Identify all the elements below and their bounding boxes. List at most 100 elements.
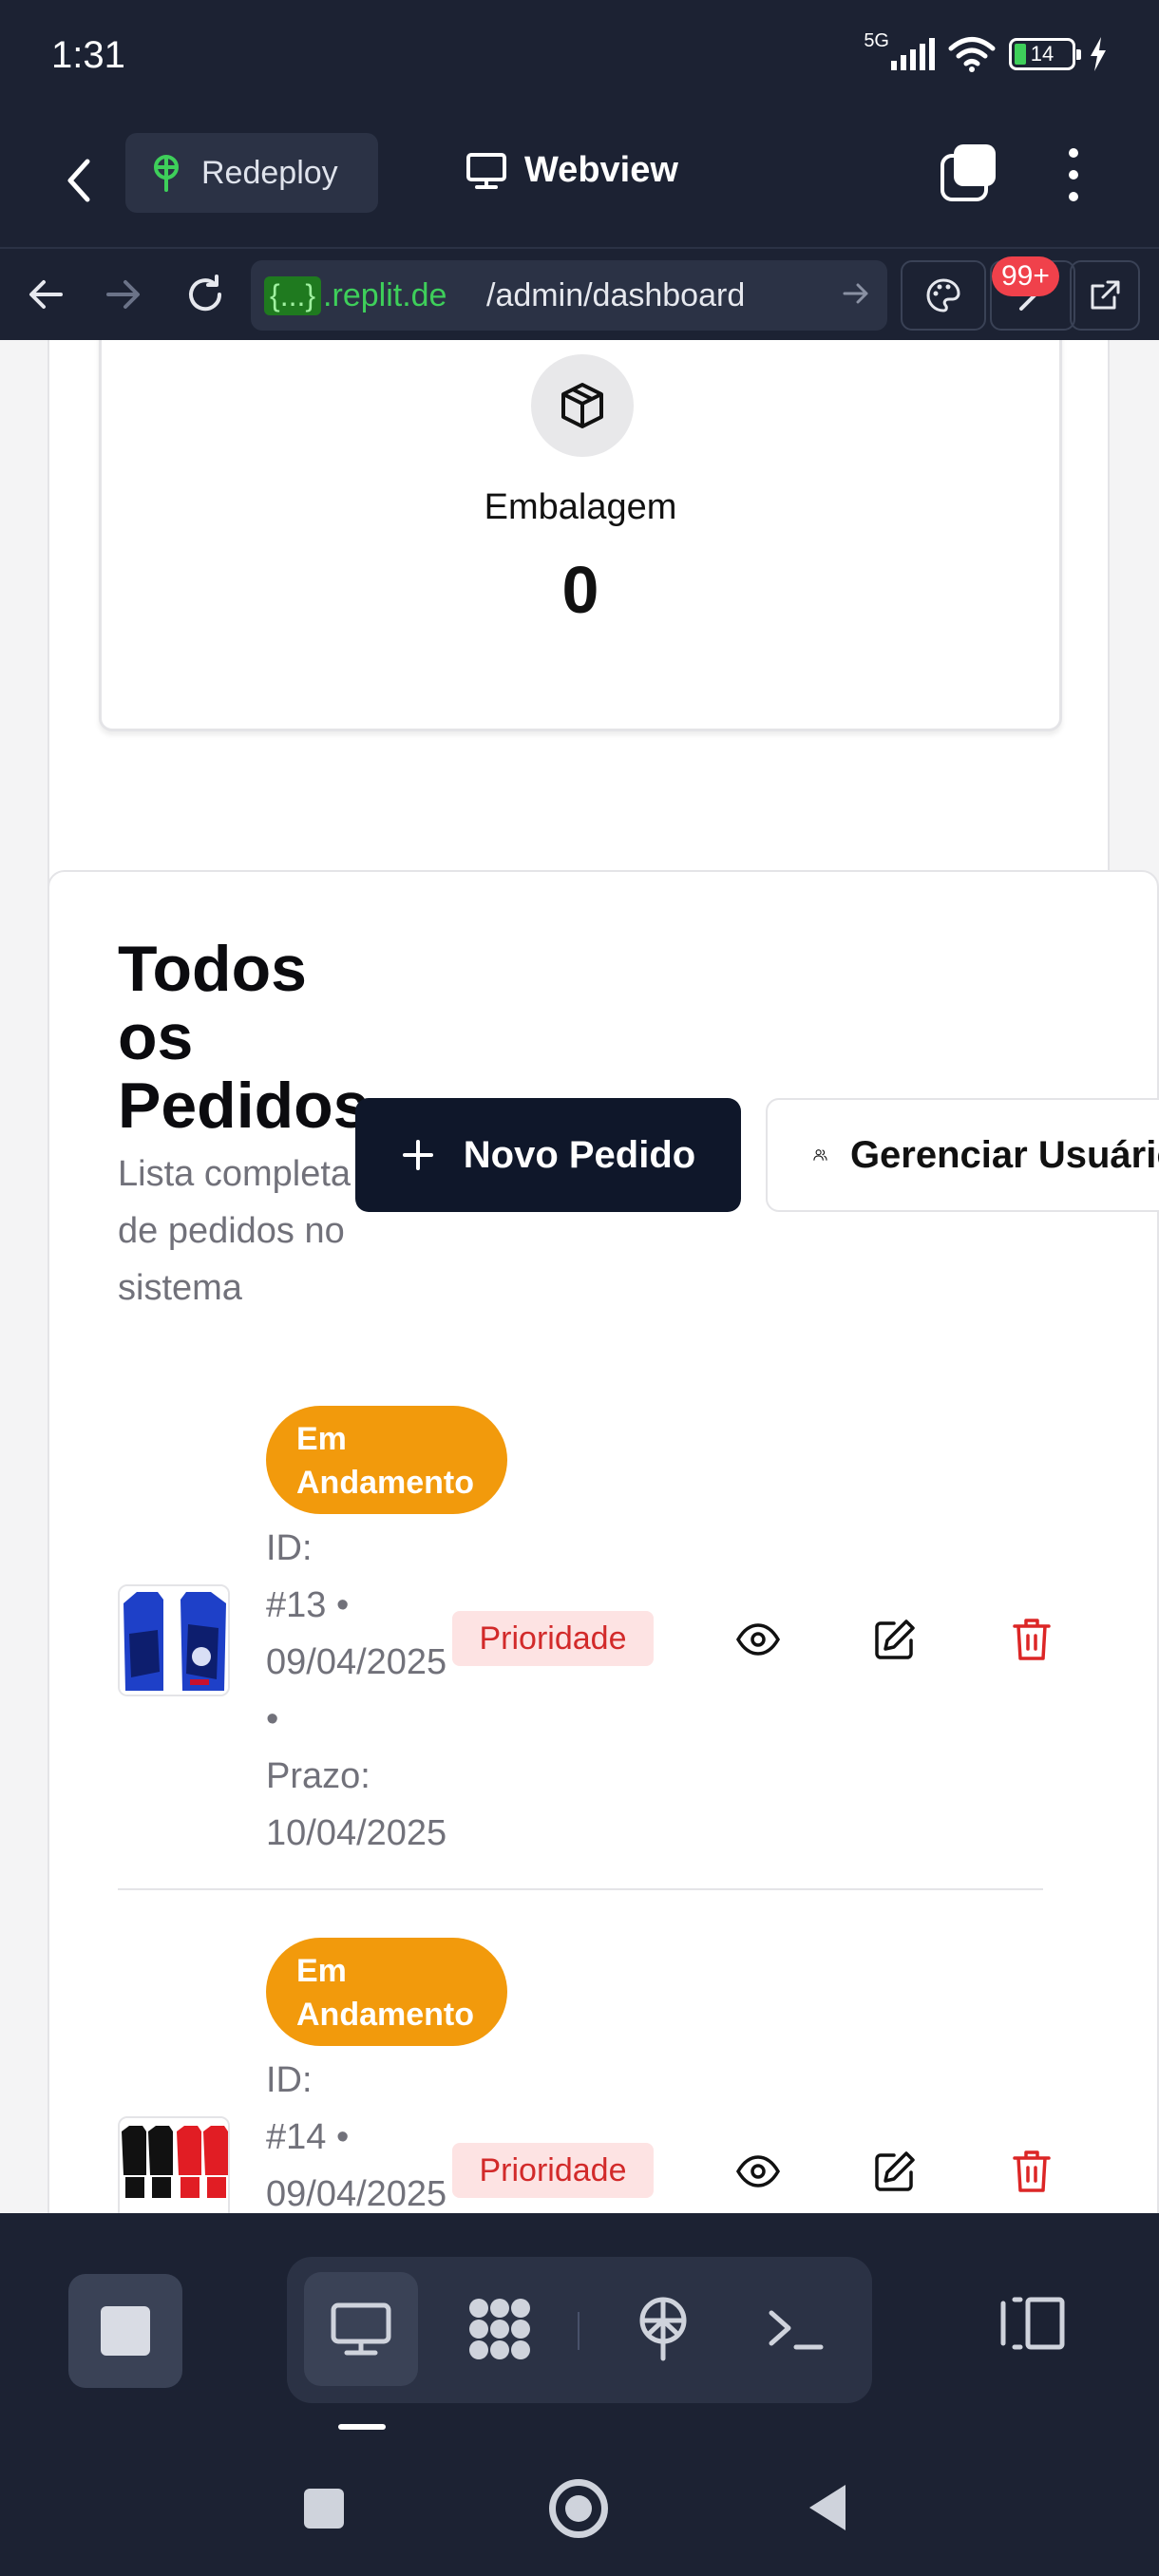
url-host: .replit.de	[323, 276, 447, 313]
order-id-label: ID:	[266, 2060, 313, 2100]
order-row[interactable]: Em Andamento ID: #13 • 09/04/2025 • Praz…	[118, 1406, 1068, 1853]
url-badge: {...}	[264, 275, 322, 315]
system-back-button[interactable]	[809, 2485, 846, 2530]
shell-pane-button[interactable]	[739, 2272, 853, 2386]
status-bar: 1:31 5G 14	[0, 0, 1159, 116]
external-link-icon	[1091, 280, 1120, 310]
webview-content[interactable]: Embalagem 0 Todos os Pedidos Lista compl…	[0, 340, 1159, 2213]
order-deadline: 10/04/2025	[266, 1813, 447, 1853]
notification-badge: 99+	[992, 256, 1059, 296]
pane-switcher	[287, 2257, 872, 2403]
browser-back-button[interactable]	[19, 268, 72, 321]
deploy-icon	[154, 155, 179, 192]
signal-icon	[891, 38, 935, 70]
deploy-pane-button[interactable]	[606, 2272, 720, 2386]
webview-pane-button[interactable]	[304, 2272, 418, 2386]
order-thumbnail[interactable]	[118, 1584, 230, 1696]
edit-order-button[interactable]	[866, 2143, 923, 2200]
monitor-icon	[466, 152, 506, 189]
panel-icon	[1000, 2297, 1065, 2350]
orders-title: Todos os Pedidos	[118, 933, 370, 1142]
row-divider	[118, 1888, 1043, 1890]
manage-users-label: Gerenciar Usuários	[849, 1133, 1159, 1176]
jersey-image	[120, 2118, 228, 2213]
view-order-button[interactable]	[730, 1611, 787, 1668]
webview-title-text: Webview	[524, 150, 678, 190]
back-button[interactable]	[55, 150, 103, 211]
trash-icon	[1013, 2150, 1051, 2192]
stat-embalagem: Embalagem 0	[99, 340, 1062, 731]
go-arrow-icon[interactable]	[842, 279, 870, 308]
deploy-icon	[639, 2297, 687, 2361]
eye-icon	[735, 1623, 781, 1656]
url-path: /admin/dashboard	[486, 276, 746, 313]
package-icon	[561, 383, 603, 428]
edit-order-button[interactable]	[866, 1611, 923, 1668]
apps-pane-button[interactable]	[443, 2272, 557, 2386]
orders-card: Todos os Pedidos Lista completa de pedid…	[48, 870, 1159, 2213]
stat-label: Embalagem	[484, 487, 677, 527]
new-order-button[interactable]: Novo Pedido	[355, 1098, 741, 1212]
open-external-button[interactable]	[1070, 260, 1140, 331]
arrow-left-icon	[29, 280, 63, 309]
clock: 1:31	[51, 34, 125, 76]
wifi-icon	[948, 37, 996, 72]
status-icons: 5G 14	[864, 30, 1108, 72]
stop-button[interactable]	[68, 2274, 182, 2388]
eye-icon	[735, 2155, 781, 2188]
order-row[interactable]: Em Andamento ID: #14 • 09/04/2025 Priori…	[118, 1938, 1068, 2213]
view-order-button[interactable]	[730, 2143, 787, 2200]
chevron-left-icon	[67, 159, 90, 202]
app-bar: Redeploy Webview	[0, 116, 1159, 247]
arrow-right-icon	[106, 280, 140, 309]
stat-value: 0	[561, 553, 599, 627]
system-navigation	[0, 2445, 1159, 2576]
bottom-toolbar	[0, 2213, 1159, 2445]
order-deadline-label: Prazo:	[266, 1756, 370, 1796]
home-icon	[565, 2495, 592, 2522]
edit-icon	[875, 2151, 915, 2191]
reload-button[interactable]	[179, 268, 232, 321]
stat-icon-wrapper	[531, 354, 634, 457]
delete-order-button[interactable]	[1003, 2143, 1060, 2200]
toolbar-separator	[578, 2312, 580, 2350]
redeploy-label: Redeploy	[201, 154, 338, 191]
refresh-icon	[189, 275, 222, 312]
redeploy-button[interactable]: Redeploy	[125, 133, 378, 213]
recents-button[interactable]	[304, 2489, 344, 2529]
webview-tab-title[interactable]: Webview	[466, 150, 678, 191]
priority-badge: Prioridade	[452, 2143, 654, 2198]
delete-order-button[interactable]	[1003, 1611, 1060, 1668]
grid-icon	[469, 2299, 530, 2359]
order-meta: ID: #13 • 09/04/2025 • Prazo: 10/04/2025	[266, 1520, 494, 1862]
tabs-button[interactable]	[940, 144, 999, 203]
home-button[interactable]	[549, 2479, 608, 2538]
active-pane-indicator	[338, 2424, 386, 2430]
order-thumbnail[interactable]	[118, 2116, 230, 2213]
manage-users-button[interactable]: Gerenciar Usuários	[766, 1098, 1159, 1212]
browser-bar: {...} .replit.de /admin/dashboard 99+	[0, 247, 1159, 340]
new-order-label: Novo Pedido	[463, 1133, 696, 1176]
status-badge: Em Andamento	[266, 1938, 507, 2046]
browser-forward-button[interactable]	[97, 268, 150, 321]
battery-icon: 14	[1009, 38, 1081, 70]
order-separator: •	[266, 1699, 279, 1739]
priority-badge: Prioridade	[452, 1611, 654, 1666]
jersey-image	[120, 1586, 228, 1695]
sidebar-toggle-button[interactable]	[996, 2285, 1072, 2361]
edit-icon	[875, 1619, 915, 1659]
orders-subtitle: Lista completa de pedidos no sistema	[118, 1154, 352, 1308]
palette-icon	[926, 278, 960, 313]
battery-level: 14	[1030, 42, 1054, 66]
url-bar[interactable]: {...} .replit.de /admin/dashboard	[251, 260, 887, 331]
order-id-label: ID:	[266, 1528, 313, 1568]
charging-icon	[1091, 37, 1106, 71]
trash-icon	[1013, 1619, 1051, 1660]
palette-button[interactable]	[901, 260, 986, 331]
monitor-icon	[331, 2302, 391, 2356]
plus-icon	[402, 1140, 433, 1170]
network-type: 5G	[864, 29, 889, 51]
terminal-icon	[769, 2310, 824, 2350]
more-options-icon[interactable]	[1054, 144, 1092, 205]
stop-icon	[101, 2306, 150, 2356]
